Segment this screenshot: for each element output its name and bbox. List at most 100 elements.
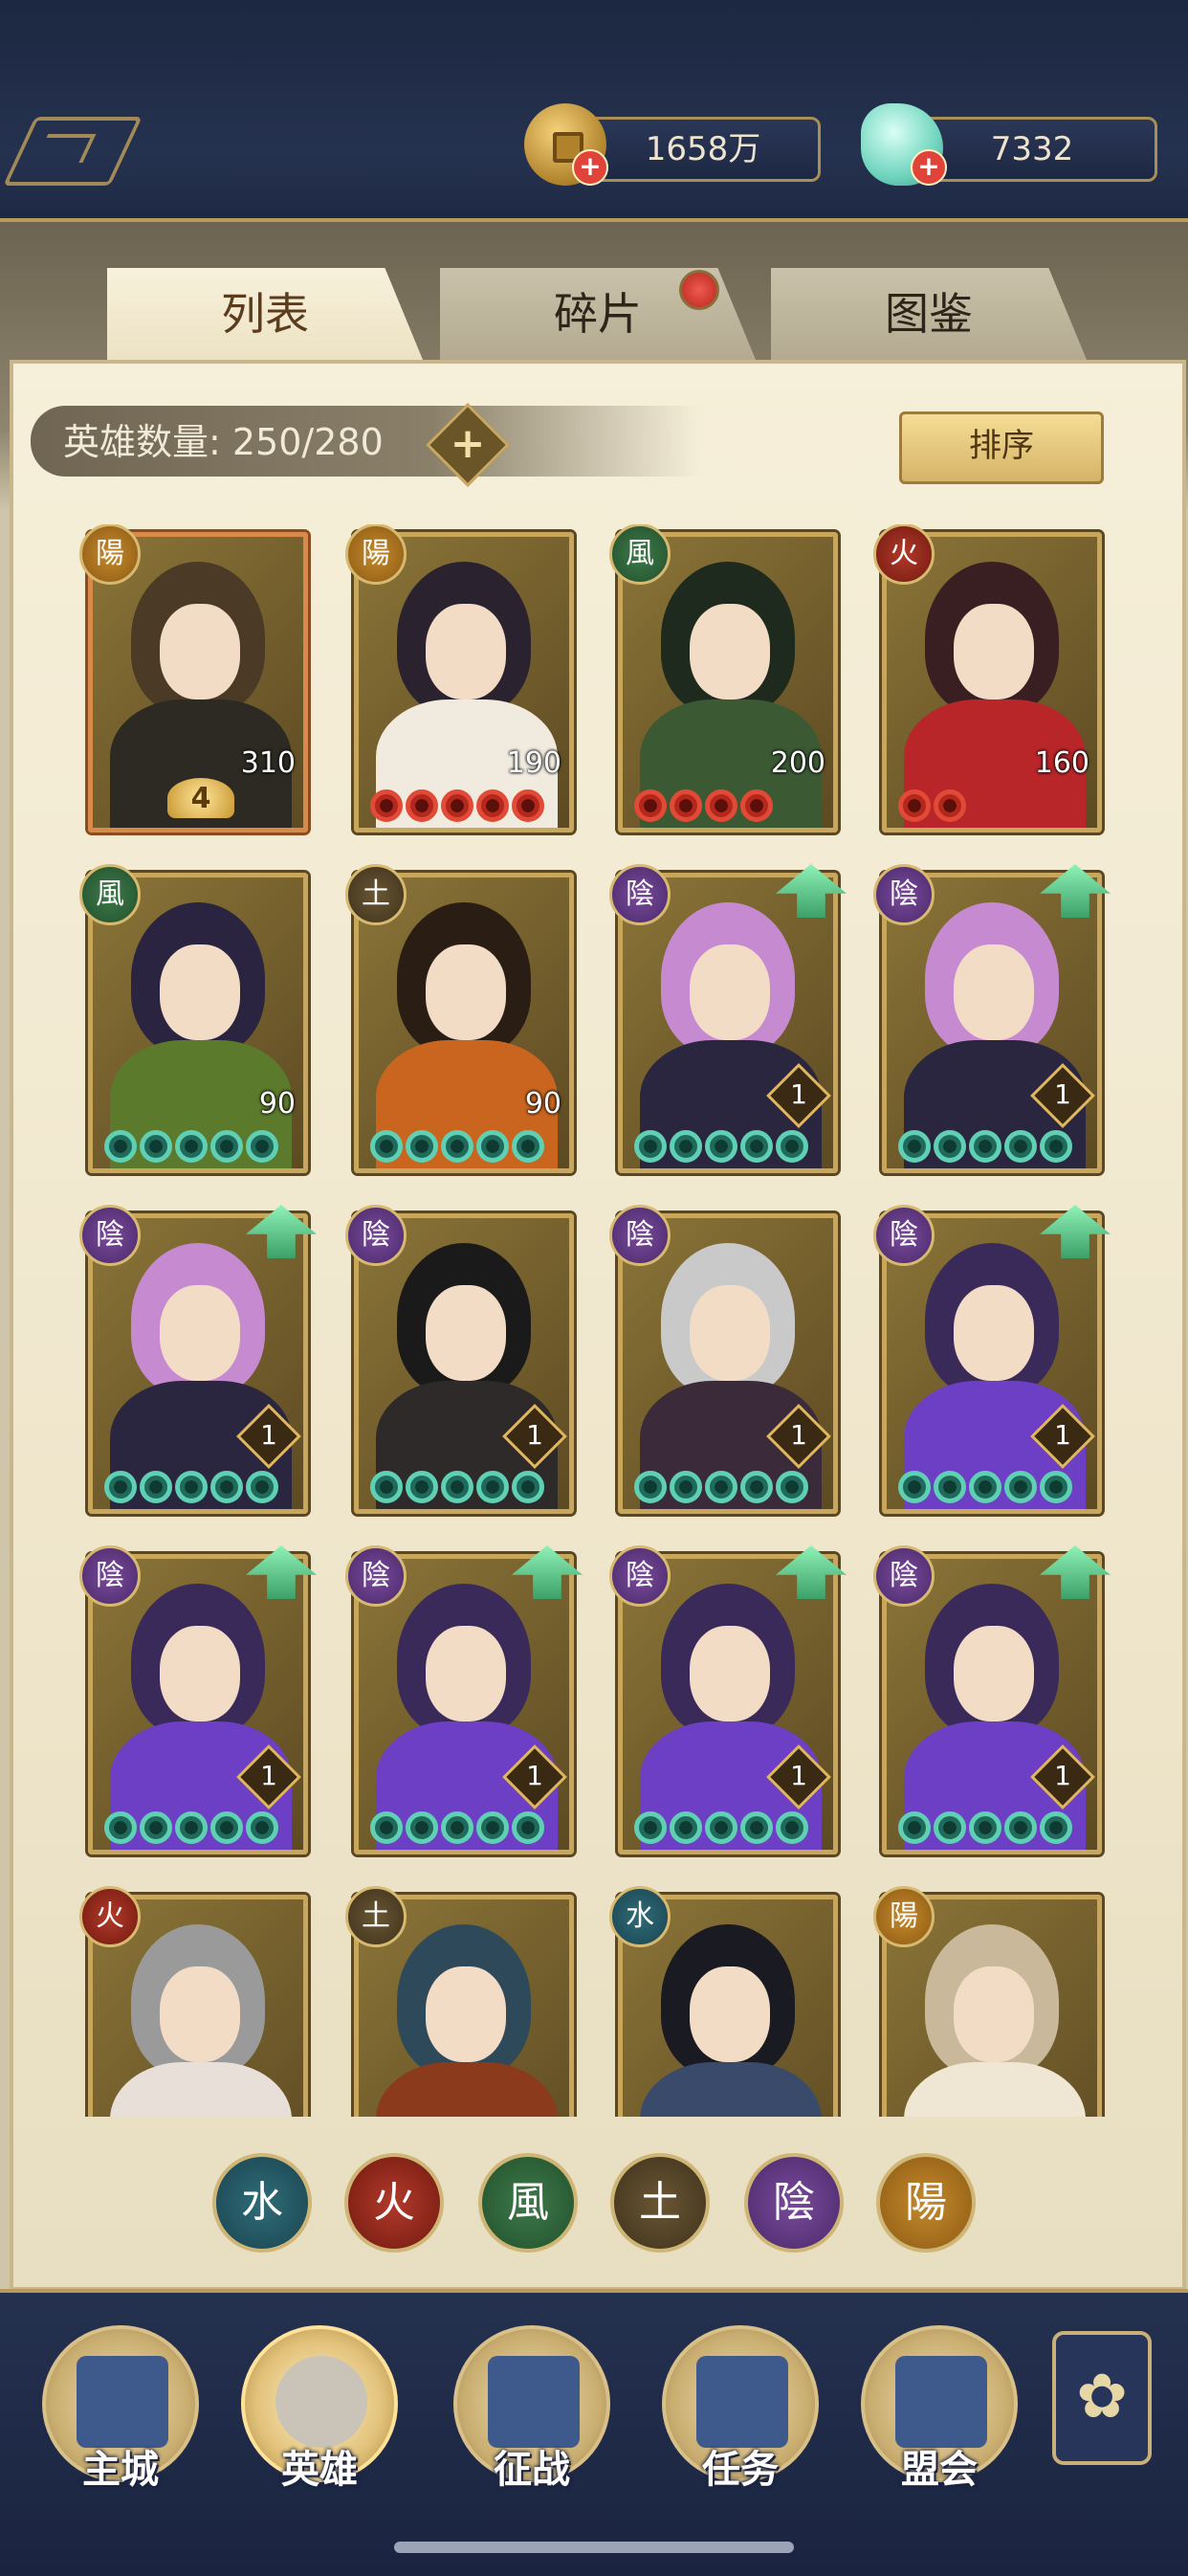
hero-level: 160 bbox=[1034, 746, 1089, 780]
hero-card[interactable]: 1陰 bbox=[609, 864, 847, 1173]
star-icon bbox=[670, 1130, 702, 1163]
element-badge-icon: 風 bbox=[79, 864, 141, 925]
star-icon bbox=[634, 1811, 667, 1844]
more-menu-button[interactable] bbox=[1052, 2331, 1152, 2465]
nav-campaign[interactable]: 征战 bbox=[453, 2325, 610, 2517]
nav-main-city[interactable]: 主城 bbox=[42, 2325, 199, 2517]
hero-card[interactable]: 1陰 bbox=[345, 1545, 583, 1854]
hero-card[interactable]: 1陰 bbox=[873, 1205, 1111, 1514]
coins-balance[interactable]: 1658万 bbox=[585, 117, 821, 182]
star-icon bbox=[175, 1130, 208, 1163]
element-badge-icon: 陰 bbox=[345, 1545, 407, 1607]
star-icon bbox=[969, 1130, 1001, 1163]
nav-label: 征战 bbox=[494, 2448, 570, 2492]
element-badge-icon: 土 bbox=[345, 1886, 407, 1947]
star-icon bbox=[476, 1471, 509, 1503]
star-icon bbox=[210, 1811, 243, 1844]
home-indicator[interactable] bbox=[394, 2542, 794, 2553]
star-rating bbox=[370, 1130, 544, 1163]
filter-fire-button[interactable]: 火 bbox=[344, 2153, 444, 2253]
star-icon bbox=[406, 1471, 438, 1503]
filter-yang-button[interactable]: 陽 bbox=[876, 2153, 976, 2253]
element-badge-icon: 陽 bbox=[873, 1886, 935, 1947]
notification-dot-icon bbox=[679, 270, 719, 310]
filter-yin-button[interactable]: 陰 bbox=[744, 2153, 844, 2253]
plus-icon: + bbox=[450, 419, 486, 468]
hero-card[interactable]: 火 bbox=[79, 1886, 308, 2117]
star-icon bbox=[670, 1471, 702, 1503]
star-icon bbox=[370, 789, 403, 822]
tab-atlas[interactable]: 图鉴 bbox=[771, 268, 1087, 360]
star-icon bbox=[175, 1811, 208, 1844]
star-icon bbox=[776, 1130, 808, 1163]
hero-card[interactable]: 土 bbox=[345, 1886, 574, 2117]
star-icon bbox=[406, 1130, 438, 1163]
hero-level: 310 bbox=[240, 746, 296, 780]
menu-emblem-icon[interactable] bbox=[3, 117, 143, 186]
hero-card[interactable]: 1陰 bbox=[873, 864, 1111, 1173]
star-icon bbox=[370, 1811, 403, 1844]
hero-card[interactable]: 1陰 bbox=[79, 1205, 317, 1514]
star-icon bbox=[898, 1130, 931, 1163]
hero-card[interactable]: 190 陽 bbox=[345, 524, 574, 833]
element-badge-icon: 陽 bbox=[345, 524, 407, 585]
star-icon bbox=[512, 1130, 544, 1163]
star-rating bbox=[370, 1471, 544, 1503]
star-rating bbox=[898, 789, 966, 822]
star-icon bbox=[512, 1471, 544, 1503]
hero-count-label: 英雄数量: 250/280 bbox=[63, 421, 384, 463]
coins-amount: 1658万 bbox=[645, 130, 761, 168]
hero-card[interactable]: 1陰 bbox=[345, 1205, 574, 1514]
star-rating bbox=[370, 789, 544, 822]
star-icon bbox=[934, 1471, 966, 1503]
nav-label: 盟会 bbox=[901, 2448, 978, 2492]
nav-alliance[interactable]: 盟会 bbox=[861, 2325, 1018, 2517]
element-badge-icon: 陰 bbox=[79, 1205, 141, 1266]
filter-wind-button[interactable]: 風 bbox=[478, 2153, 578, 2253]
star-icon bbox=[634, 1471, 667, 1503]
tab-list[interactable]: 列表 bbox=[107, 268, 423, 360]
star-icon bbox=[1004, 1130, 1037, 1163]
hero-card[interactable]: 90 風 bbox=[79, 864, 308, 1173]
nav-quests[interactable]: 任务 bbox=[662, 2325, 819, 2517]
star-rating bbox=[370, 1811, 544, 1844]
hero-card[interactable]: 陽 bbox=[873, 1886, 1102, 2117]
hero-card[interactable]: 1陰 bbox=[79, 1545, 317, 1854]
hero-card[interactable]: 1陰 bbox=[609, 1205, 838, 1514]
star-icon bbox=[476, 1130, 509, 1163]
star-icon bbox=[441, 789, 473, 822]
star-icon bbox=[441, 1471, 473, 1503]
element-filter-bar: 水 火 風 土 陰 陽 bbox=[0, 2153, 1188, 2268]
hero-card[interactable]: 1陰 bbox=[609, 1545, 847, 1854]
tab-bar: 列表 碎片 图鉴 bbox=[0, 268, 1188, 364]
hero-card[interactable]: 水 bbox=[609, 1886, 838, 2117]
star-rating bbox=[898, 1130, 1072, 1163]
add-coins-icon[interactable]: + bbox=[572, 149, 608, 186]
element-badge-icon: 陰 bbox=[345, 1205, 407, 1266]
sort-button[interactable]: 排序 bbox=[899, 411, 1104, 484]
star-icon bbox=[1040, 1811, 1072, 1844]
hero-card[interactable]: 160 火 bbox=[873, 524, 1102, 833]
hero-card[interactable]: 4 310 陽 bbox=[79, 524, 308, 833]
star-icon bbox=[175, 1471, 208, 1503]
hero-card[interactable]: 1陰 bbox=[873, 1545, 1111, 1854]
element-badge-icon: 火 bbox=[79, 1886, 141, 1947]
star-rating bbox=[104, 1811, 278, 1844]
star-icon bbox=[776, 1811, 808, 1844]
filter-water-button[interactable]: 水 bbox=[212, 2153, 312, 2253]
star-icon bbox=[512, 1811, 544, 1844]
top-bar: 1658万 7332 + + bbox=[0, 0, 1188, 222]
element-badge-icon: 風 bbox=[609, 524, 671, 585]
add-jade-icon[interactable]: + bbox=[911, 149, 947, 186]
hero-level: 200 bbox=[770, 746, 825, 780]
star-icon bbox=[740, 1471, 773, 1503]
element-badge-icon: 陰 bbox=[873, 1205, 935, 1266]
star-icon bbox=[246, 1130, 278, 1163]
star-icon bbox=[934, 1130, 966, 1163]
filter-earth-button[interactable]: 土 bbox=[610, 2153, 710, 2253]
star-icon bbox=[406, 789, 438, 822]
star-rating bbox=[634, 1130, 808, 1163]
hero-card[interactable]: 200 風 bbox=[609, 524, 838, 833]
nav-heroes[interactable]: 英雄 bbox=[241, 2325, 398, 2517]
hero-card[interactable]: 90 土 bbox=[345, 864, 574, 1173]
